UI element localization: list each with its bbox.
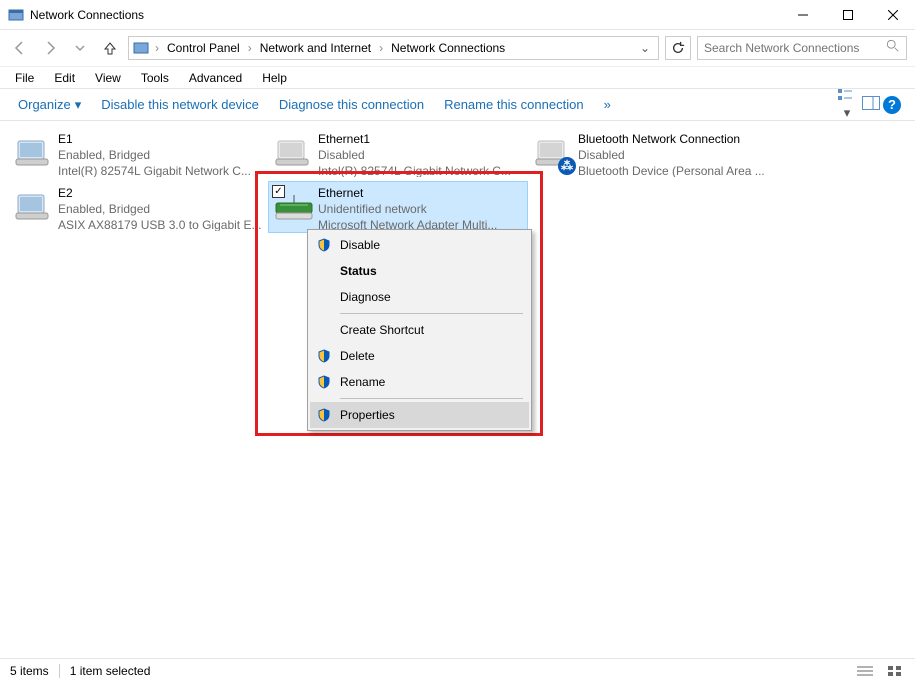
search-box[interactable] — [697, 36, 907, 60]
breadcrumb-control-panel[interactable]: Control Panel — [165, 41, 242, 55]
forward-button[interactable] — [38, 36, 62, 60]
connection-device: Intel(R) 82574L Gigabit Network C... — [318, 163, 526, 177]
ctx-disable[interactable]: Disable — [310, 232, 529, 258]
minimize-button[interactable] — [780, 0, 825, 30]
connection-name: E2 — [58, 185, 266, 201]
shield-icon — [316, 407, 332, 423]
context-menu: Disable Status Diagnose Create Shortcut … — [307, 229, 532, 431]
shield-icon — [316, 348, 332, 364]
connection-e1[interactable]: E1 Enabled, Bridged Intel(R) 82574L Giga… — [8, 127, 268, 179]
nic-icon — [270, 129, 318, 177]
connection-e2[interactable]: E2 Enabled, Bridged ASIX AX88179 USB 3.0… — [8, 181, 268, 233]
connection-name: Ethernet — [318, 185, 526, 201]
connection-name: E1 — [58, 131, 266, 147]
ctx-rename[interactable]: Rename — [310, 369, 529, 395]
search-input[interactable] — [704, 41, 886, 55]
search-icon[interactable] — [886, 39, 900, 58]
ctx-diagnose[interactable]: Diagnose — [310, 284, 529, 310]
status-separator — [59, 664, 60, 678]
rename-button[interactable]: Rename this connection — [434, 93, 593, 116]
content-area: E1 Enabled, Bridged Intel(R) 82574L Giga… — [0, 121, 915, 658]
help-icon: ? — [883, 96, 901, 114]
connection-ethernet1[interactable]: Ethernet1 Disabled Intel(R) 82574L Gigab… — [268, 127, 528, 179]
menu-help[interactable]: Help — [253, 69, 296, 87]
menu-tools[interactable]: Tools — [132, 69, 178, 87]
more-commands-button[interactable]: » — [594, 93, 621, 116]
back-button[interactable] — [8, 36, 32, 60]
titlebar: Network Connections — [0, 0, 915, 30]
bridge-icon: ✓ — [270, 183, 318, 231]
window-title: Network Connections — [30, 8, 780, 22]
menu-file[interactable]: File — [6, 69, 43, 87]
ctx-label: Delete — [340, 349, 375, 363]
ctx-label: Disable — [340, 238, 380, 252]
bluetooth-badge-icon: ⁂ — [558, 157, 576, 175]
connection-name: Bluetooth Network Connection — [578, 131, 786, 147]
menu-view[interactable]: View — [86, 69, 130, 87]
selection-checkbox[interactable]: ✓ — [272, 185, 285, 198]
menu-edit[interactable]: Edit — [45, 69, 84, 87]
organize-label: Organize — [18, 97, 71, 112]
ctx-separator — [340, 398, 523, 399]
breadcrumb-network-internet[interactable]: Network and Internet — [258, 41, 373, 55]
connection-device: Intel(R) 82574L Gigabit Network C... — [58, 163, 266, 177]
connection-state: Enabled, Bridged — [58, 201, 266, 217]
statusbar: 5 items 1 item selected — [0, 658, 915, 682]
ctx-delete[interactable]: Delete — [310, 343, 529, 369]
view-options-button[interactable]: ▾ — [835, 88, 859, 121]
navbar: › Control Panel › Network and Internet ›… — [0, 30, 915, 66]
nic-icon — [10, 183, 58, 231]
ctx-label: Rename — [340, 375, 385, 389]
ctx-create-shortcut[interactable]: Create Shortcut — [310, 317, 529, 343]
menubar: File Edit View Tools Advanced Help — [0, 66, 915, 88]
ctx-label: Diagnose — [340, 290, 391, 304]
address-bar[interactable]: › Control Panel › Network and Internet ›… — [128, 36, 659, 60]
ctx-properties[interactable]: Properties — [310, 402, 529, 428]
help-button[interactable]: ? — [883, 96, 907, 114]
ctx-status[interactable]: Status — [310, 258, 529, 284]
details-view-button[interactable] — [855, 663, 875, 679]
connection-name: Ethernet1 — [318, 131, 526, 147]
up-button[interactable] — [98, 36, 122, 60]
chevron-right-icon[interactable]: › — [377, 41, 385, 55]
disable-device-button[interactable]: Disable this network device — [91, 93, 269, 116]
menu-advanced[interactable]: Advanced — [180, 69, 251, 87]
shield-icon — [316, 374, 332, 390]
preview-pane-button[interactable] — [859, 96, 883, 113]
close-button[interactable] — [870, 0, 915, 30]
connection-device: ASIX AX88179 USB 3.0 to Gigabit E... — [58, 217, 266, 231]
ctx-separator — [340, 313, 523, 314]
chevron-right-icon[interactable]: › — [246, 41, 254, 55]
diagnose-button[interactable]: Diagnose this connection — [269, 93, 434, 116]
refresh-button[interactable] — [665, 36, 691, 60]
ctx-label: Properties — [340, 408, 395, 422]
address-dropdown[interactable]: ⌄ — [636, 41, 654, 55]
breadcrumb-network-connections[interactable]: Network Connections — [389, 41, 507, 55]
large-icons-view-button[interactable] — [885, 663, 905, 679]
recent-dropdown[interactable] — [68, 36, 92, 60]
command-bar: Organize ▾ Disable this network device D… — [0, 88, 915, 121]
chevron-down-icon: ▾ — [75, 97, 82, 113]
shield-icon — [316, 237, 332, 253]
connection-state: Disabled — [578, 147, 786, 163]
status-item-count: 5 items — [10, 664, 49, 678]
connection-device: Bluetooth Device (Personal Area ... — [578, 163, 786, 177]
nic-icon — [10, 129, 58, 177]
connection-state: Disabled — [318, 147, 526, 163]
maximize-button[interactable] — [825, 0, 870, 30]
nic-icon: ⁂ — [530, 129, 578, 177]
address-icon — [133, 40, 149, 56]
connection-bluetooth[interactable]: ⁂ Bluetooth Network Connection Disabled … — [528, 127, 788, 179]
ctx-label: Status — [340, 264, 377, 278]
status-selected-count: 1 item selected — [70, 664, 151, 678]
ctx-label: Create Shortcut — [340, 323, 424, 337]
connection-state: Unidentified network — [318, 201, 526, 217]
chevron-right-icon[interactable]: › — [153, 41, 161, 55]
window-icon — [8, 7, 24, 23]
connection-ethernet[interactable]: ✓ Ethernet Unidentified network Microsof… — [268, 181, 528, 233]
connection-state: Enabled, Bridged — [58, 147, 266, 163]
organize-button[interactable]: Organize ▾ — [8, 93, 91, 117]
